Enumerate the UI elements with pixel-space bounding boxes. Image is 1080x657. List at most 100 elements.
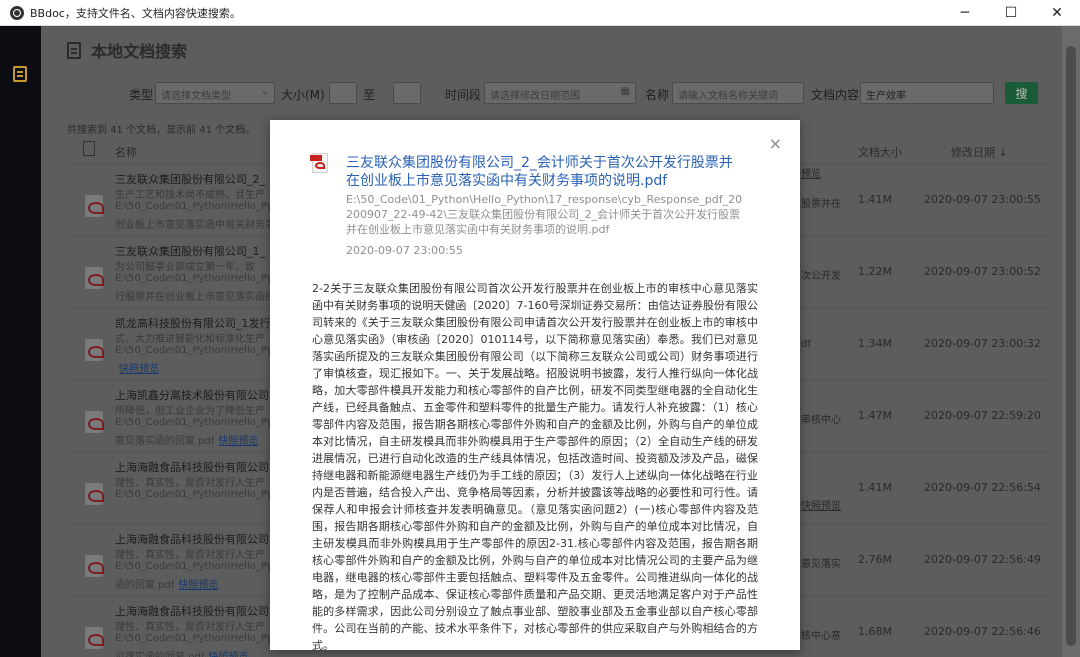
pdf-icon	[85, 411, 104, 433]
size-to-label: 至	[363, 88, 376, 102]
pdf-icon	[85, 195, 104, 217]
row-path-end: 意见落实函的回复.pdf 快照预览	[115, 432, 258, 447]
row-size: 1.22M	[858, 265, 892, 278]
row-path: E:\50_Code\01_Python\Hello_Pyth	[115, 417, 284, 428]
window-controls: ─ ☐ ✕	[942, 0, 1080, 26]
preview-title-link[interactable]: 三友联众集团股份有限公司_2_会计师关于首次公开发行股票并在创业板上市意见落实函…	[346, 154, 746, 190]
chevron-down-icon: ⌄	[260, 86, 269, 97]
pdf-icon	[85, 627, 104, 649]
scrollbar[interactable]	[1062, 26, 1080, 657]
content-value: 生产效率	[866, 91, 906, 102]
row-path-end: 快照预览	[115, 360, 159, 375]
app-logo-icon	[10, 5, 24, 20]
result-count: 共搜索到 41 个文档，显示前 41 个文档。	[67, 125, 256, 136]
preview-dialog: × 三友联众集团股份有限公司_2_会计师关于首次公开发行股票并在创业板上市意见落…	[270, 120, 800, 650]
row-size: 1.47M	[858, 409, 892, 422]
close-icon[interactable]: ×	[769, 134, 782, 153]
row-path-end: 创业板上市意见落实函中有关财务事	[115, 216, 275, 231]
snapshot-preview-link[interactable]: 预览	[801, 165, 821, 180]
row-file-name: 意见落实函的回复.pdf	[115, 436, 215, 447]
row-snippet-tail: 股票并在	[801, 199, 841, 210]
pdf-icon	[85, 483, 104, 505]
page-title: 本地文档搜索	[67, 38, 187, 62]
date-range-input[interactable]: 请选择修改日期范围 ▦	[484, 82, 636, 104]
row-snippet: 所降低，但工业企业为了降低生产	[115, 406, 265, 417]
row-size: 1.34M	[858, 337, 892, 350]
row-snippet-tail: df	[801, 339, 811, 350]
col-name-header[interactable]: 名称	[115, 144, 137, 160]
row-path-end: 见落实函的回复.pdf 快照预览	[115, 648, 248, 657]
title-bar: BBdoc，支持文件名、文档内容快速搜索。 ─ ☐ ✕	[0, 0, 1080, 26]
snapshot-preview-link[interactable]: 快照预览	[218, 436, 258, 447]
row-title[interactable]: 三友联众集团股份有限公司_1_	[115, 243, 265, 259]
row-size: 1.41M	[858, 193, 892, 206]
sidebar	[0, 26, 41, 657]
row-size: 1.41M	[858, 481, 892, 494]
row-snippet-tail: 核中心意	[801, 631, 841, 642]
row-snippet: 生产工艺和技术尚不成熟，且生产	[115, 190, 265, 201]
row-path: E:\50_Code\01_Python\Hello_Pyth	[115, 201, 284, 212]
maximize-button[interactable]: ☐	[988, 0, 1034, 26]
row-path: E:\50_Code\01_Python\Hello_Pyth	[115, 633, 284, 644]
row-date: 2020-09-07 23:00:52	[924, 265, 1041, 278]
type-label: 类型	[129, 88, 154, 102]
snapshot-preview-link[interactable]: 快照预览	[208, 652, 248, 657]
type-select[interactable]: 请选择文档类型 ⌄	[155, 82, 275, 104]
document-nav-icon[interactable]	[13, 66, 27, 82]
row-title[interactable]: 三友联众集团股份有限公司_2_	[115, 171, 265, 187]
row-title[interactable]: 上海海融食品科技股份有限公司	[115, 531, 269, 547]
col-size-header[interactable]: 文档大小	[858, 144, 902, 160]
row-title[interactable]: 上海海融食品科技股份有限公司	[115, 459, 269, 475]
row-snippet: 式，大力推进智能化和标准化生产	[115, 334, 265, 345]
page-title-text: 本地文档搜索	[91, 42, 188, 61]
pdf-icon	[310, 153, 328, 173]
row-snippet-tail: 审核中心	[801, 415, 841, 426]
preview-file-path: E:\50_Code\01_Python\Hello_Python\17_res…	[346, 193, 743, 236]
search-button[interactable]: 搜	[1005, 82, 1038, 104]
snapshot-preview-link[interactable]: 快照预览	[801, 497, 841, 512]
content-input[interactable]: 生产效率	[860, 82, 994, 104]
snapshot-preview-link[interactable]: 快照预览	[178, 580, 218, 591]
size-max-stepper[interactable]	[393, 82, 421, 104]
row-date: 2020-09-07 23:00:32	[924, 337, 1041, 350]
row-snippet: 为公司鼓事业部成立第一年，致	[115, 262, 255, 273]
row-path: E:\50_Code\01_Python\Hello_Pyth	[115, 561, 284, 572]
calendar-icon: ▦	[620, 86, 630, 97]
preview-date: 2020-09-07 23:00:55	[346, 244, 463, 257]
col-date-header[interactable]: 修改日期 ↓	[951, 144, 1008, 160]
row-size: 2.76M	[858, 553, 892, 566]
row-title[interactable]: 上海海融食品科技股份有限公司	[115, 603, 269, 619]
row-size: 1.68M	[858, 625, 892, 638]
row-date: 2020-09-07 22:56:54	[924, 481, 1041, 494]
row-date: 2020-09-07 22:56:49	[924, 553, 1041, 566]
window-title: BBdoc，支持文件名、文档内容快速搜索。	[30, 6, 241, 20]
row-snippet-tail: 意见落实	[801, 559, 841, 570]
row-date: 2020-09-07 22:56:46	[924, 625, 1041, 638]
row-date: 2020-09-07 22:59:20	[924, 409, 1041, 422]
time-label: 时间段	[445, 88, 482, 102]
date-range-placeholder: 请选择修改日期范围	[490, 91, 580, 102]
row-snippet: 理性、真实性，是否对发行人生产	[115, 622, 265, 633]
pdf-icon	[85, 555, 104, 577]
content-label: 文档内容	[811, 88, 860, 102]
filter-bar: 类型 请选择文档类型 ⌄ 大小(M) 至 时间段 请选择修改日期范围 ▦ 名称 请输…	[41, 82, 1062, 106]
row-path: E:\50_Code\01_Python\Hello_Pyth	[115, 273, 284, 284]
snapshot-preview-link[interactable]: 快照预览	[119, 364, 159, 375]
name-input[interactable]: 请输入文档名称关键词	[672, 82, 804, 104]
close-window-button[interactable]: ✕	[1034, 0, 1080, 26]
size-min-stepper[interactable]	[329, 82, 357, 104]
row-file-name: 创业板上市意见落实函中有关财务事	[115, 220, 275, 231]
row-title[interactable]: 凯龙高科技股份有限公司_1发行	[115, 315, 271, 331]
row-file-name: 见落实函的回复.pdf	[115, 652, 204, 657]
document-icon	[67, 41, 81, 59]
pdf-icon	[85, 339, 104, 361]
preview-content: 2-2关于三友联众集团股份有限公司首次公开发行股票并在创业板上市的审核中心意见落…	[312, 282, 758, 650]
row-file-name: 函的回复.pdf	[115, 580, 175, 591]
file-type-icon	[83, 141, 95, 156]
row-title[interactable]: 上海凯鑫分离技术股份有限公司	[115, 387, 269, 403]
minimize-button[interactable]: ─	[942, 0, 988, 26]
row-file-name: 行股票并在创业板上市意见落实函的	[115, 292, 275, 303]
row-path: E:\50_Code\01_Python\Hello_Pyth	[115, 345, 284, 356]
scrollbar-thumb[interactable]	[1066, 46, 1076, 646]
row-snippet: 理性、真实性，是否对发行人生产	[115, 478, 265, 489]
